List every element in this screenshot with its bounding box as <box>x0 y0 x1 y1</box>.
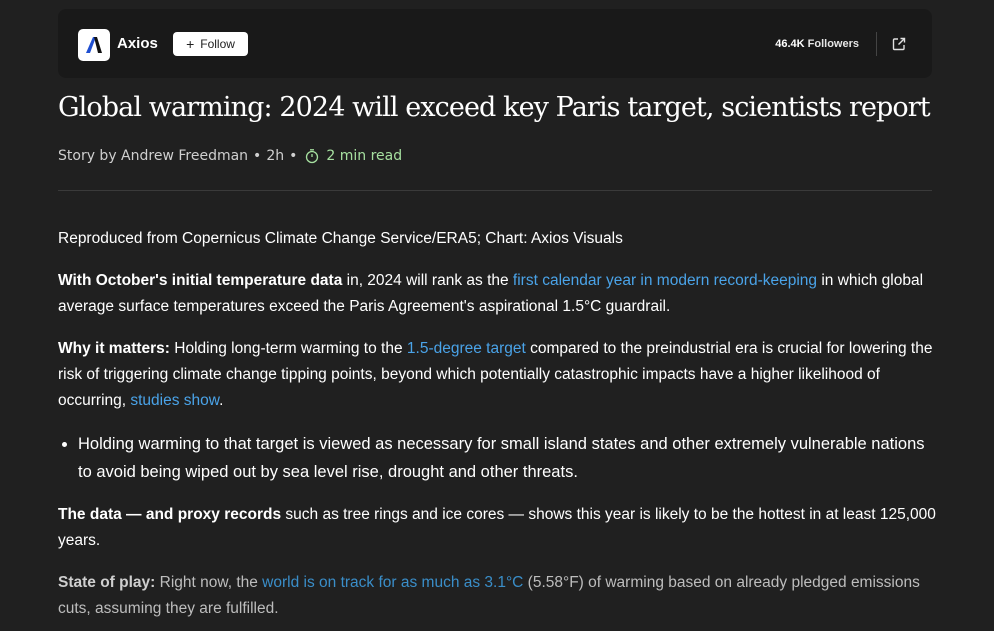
paragraph-lead: With October's initial temperature data <box>58 272 343 289</box>
article-title: Global warming: 2024 will exceed key Par… <box>58 92 931 123</box>
paragraph-text: Holding long-term warming to the <box>169 340 407 357</box>
inline-link[interactable]: studies show <box>130 392 219 409</box>
header-divider <box>876 32 877 56</box>
article-page: Axios + Follow 46.4K Followers Global wa… <box>0 0 994 631</box>
paragraph: With October's initial temperature data … <box>58 268 938 320</box>
paragraph: Why it matters: Holding long-term warmin… <box>58 336 938 414</box>
timer-icon <box>304 148 320 164</box>
paragraph-lead: The data — and proxy records <box>58 506 282 523</box>
article-age: 2h <box>266 148 285 164</box>
list-item: Holding warming to that target is viewed… <box>78 430 938 486</box>
follow-label: Follow <box>200 37 235 51</box>
byline-separator: • <box>253 148 262 164</box>
publisher-name[interactable]: Axios <box>117 35 158 52</box>
paragraph-lead: State of play: <box>58 574 156 591</box>
read-time: 2 min read <box>326 148 403 164</box>
paragraph-text: in, 2024 will rank as the <box>342 272 513 289</box>
followers-number: 46.4K <box>775 38 805 50</box>
paragraph-lead: Why it matters: <box>58 340 170 357</box>
publisher-header: Axios + Follow 46.4K Followers <box>58 9 932 78</box>
chart-caption: Reproduced from Copernicus Climate Chang… <box>58 230 623 247</box>
byline: Story by Andrew Freedman • 2h • 2 min re… <box>58 148 402 164</box>
paragraph-text: . <box>219 392 224 409</box>
article-body: Reproduced from Copernicus Climate Chang… <box>58 226 938 631</box>
byline-separator: • <box>289 148 298 164</box>
followers-count: 46.4K Followers <box>775 38 859 50</box>
plus-icon: + <box>186 36 195 52</box>
axios-logo-icon[interactable] <box>78 29 110 61</box>
header-separator <box>58 190 932 191</box>
paragraph-text: Right now, the <box>155 574 263 591</box>
paragraph: The data — and proxy records such as tre… <box>58 502 938 554</box>
follow-button[interactable]: + Follow <box>173 32 248 56</box>
paragraph: State of play: Right now, the world is o… <box>58 570 938 622</box>
external-link-icon[interactable] <box>891 36 907 52</box>
bullet-list: Holding warming to that target is viewed… <box>58 430 938 486</box>
inline-link[interactable]: world is on track for as much as 3.1°C <box>262 574 523 591</box>
author[interactable]: Story by Andrew Freedman <box>58 148 248 164</box>
followers-label: Followers <box>807 38 859 50</box>
inline-link[interactable]: 1.5-degree target <box>407 340 526 357</box>
inline-link[interactable]: first calendar year in modern record-kee… <box>513 272 817 289</box>
